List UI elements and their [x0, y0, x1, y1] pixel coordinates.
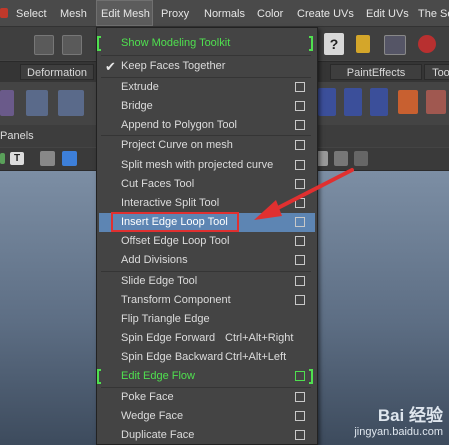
tab-deformation[interactable]: Deformation	[20, 64, 94, 80]
menu-item-duplicate-face[interactable]: Duplicate Face	[99, 426, 315, 445]
option-box-icon[interactable]	[295, 411, 305, 421]
tab-painteffects[interactable]: PaintEffects	[330, 64, 422, 80]
menu-item-spin-edge-backward[interactable]: Spin Edge Backward Ctrl+Alt+Left	[99, 348, 315, 367]
option-box-icon[interactable]	[295, 255, 305, 265]
joint-tool-icon[interactable]	[0, 90, 14, 116]
magnet-icon[interactable]	[418, 35, 436, 53]
menu-the-se[interactable]: The Se	[418, 0, 449, 26]
option-box-icon[interactable]	[295, 82, 305, 92]
menu-edit-uvs[interactable]: Edit UVs	[366, 0, 409, 26]
menu-item-offset-edge-loop-tool[interactable]: Offset Edge Loop Tool	[99, 232, 315, 251]
render-view-icon[interactable]	[384, 35, 406, 55]
help-icon[interactable]: ?	[324, 33, 344, 55]
menu-separator	[101, 55, 311, 56]
menu-item-transform-component[interactable]: Transform Component	[99, 291, 315, 310]
blendshape-head-icon[interactable]	[318, 88, 336, 116]
menu-item-project-curve-on-mesh[interactable]: Project Curve on mesh	[99, 136, 315, 155]
menu-item-split-mesh-with-projected-curve[interactable]: Split mesh with projected curve	[99, 156, 315, 175]
watermark: Bai 经验 jingyan.baidu.com	[354, 406, 443, 439]
wireframe-icon[interactable]	[40, 151, 55, 166]
option-box-icon[interactable]	[295, 160, 305, 170]
share-icon[interactable]	[354, 151, 368, 166]
text-icon[interactable]: T	[10, 152, 24, 165]
menu-mesh[interactable]: Mesh	[60, 0, 87, 26]
option-box-icon[interactable]	[295, 101, 305, 111]
blendshape-head-2-icon[interactable]	[344, 88, 362, 116]
option-box-icon[interactable]	[295, 217, 305, 227]
menu-item-extrude[interactable]: Extrude	[99, 78, 315, 97]
menu-proxy[interactable]: Proxy	[161, 0, 189, 26]
ik-handle-icon[interactable]	[26, 90, 48, 116]
shortcut-label: Ctrl+Alt+Right	[225, 332, 294, 344]
menu-item-slide-edge-tool[interactable]: Slide Edge Tool	[99, 272, 315, 291]
menu-item-cut-faces-tool[interactable]: Cut Faces Tool	[99, 175, 315, 194]
menu-item-flip-triangle-edge[interactable]: Flip Triangle Edge	[99, 310, 315, 329]
menu-color[interactable]: Color	[257, 0, 283, 26]
option-box-icon[interactable]	[295, 430, 305, 440]
ik-spline-icon[interactable]	[58, 90, 84, 116]
shortcut-label: Ctrl+Alt+Left	[225, 351, 287, 363]
select-by-component-icon[interactable]	[34, 35, 54, 55]
option-box-icon[interactable]	[295, 179, 305, 189]
menu-item-interactive-split-tool[interactable]: Interactive Split Tool	[99, 194, 315, 213]
checkmark-icon: ✔	[105, 59, 116, 74]
menu-bar-left-edge	[0, 8, 8, 18]
option-box-icon[interactable]	[295, 276, 305, 286]
menu-item-bridge[interactable]: Bridge	[99, 97, 315, 116]
select-by-object-icon[interactable]	[62, 35, 82, 55]
menu-bar: Select Mesh Edit Mesh Proxy Normals Colo…	[0, 0, 449, 27]
menu-item-poke-face[interactable]: Poke Face	[99, 388, 315, 407]
annotation-highlight-box	[111, 212, 239, 232]
watermark-url: jingyan.baidu.com	[354, 426, 443, 438]
edit-mesh-menu: Show Modeling Toolkit ✔ Keep Faces Toget…	[96, 27, 318, 445]
texture-head-icon[interactable]	[426, 90, 446, 114]
menu-item-spin-edge-forward[interactable]: Spin Edge Forward Ctrl+Alt+Right	[99, 329, 315, 348]
menu-item-wedge-face[interactable]: Wedge Face	[99, 407, 315, 426]
option-box-icon[interactable]	[295, 371, 305, 381]
menu-select[interactable]: Select	[16, 0, 47, 26]
option-box-icon[interactable]	[295, 140, 305, 150]
tab-toon[interactable]: Toon	[424, 64, 449, 80]
menu-item-edit-edge-flow[interactable]: Edit Edge Flow	[99, 367, 315, 386]
blendshape-head-3-icon[interactable]	[370, 88, 388, 116]
menu-edit-mesh[interactable]: Edit Mesh	[96, 0, 153, 26]
menu-item-keep-faces-together[interactable]: ✔ Keep Faces Together	[99, 57, 315, 76]
menu-item-show-modeling-toolkit[interactable]: Show Modeling Toolkit	[99, 34, 315, 53]
menu-normals[interactable]: Normals	[204, 0, 245, 26]
smooth-shade-icon[interactable]	[62, 151, 77, 166]
xray-icon[interactable]	[334, 151, 348, 166]
texture-grid-icon[interactable]	[398, 90, 418, 114]
menu-item-add-divisions[interactable]: Add Divisions	[99, 251, 315, 270]
baidu-logo: Bai 经验	[377, 406, 443, 425]
option-box-icon[interactable]	[295, 236, 305, 246]
option-box-icon[interactable]	[295, 392, 305, 402]
panels-menu[interactable]: Panels	[0, 130, 34, 142]
option-box-icon[interactable]	[295, 295, 305, 305]
option-box-icon[interactable]	[295, 120, 305, 130]
menu-item-append-to-polygon-tool[interactable]: Append to Polygon Tool	[99, 116, 315, 135]
option-box-icon[interactable]	[295, 198, 305, 208]
lock-icon[interactable]	[356, 35, 370, 53]
camera-attribute-icon[interactable]	[0, 153, 5, 164]
menu-create-uvs[interactable]: Create UVs	[297, 0, 354, 26]
